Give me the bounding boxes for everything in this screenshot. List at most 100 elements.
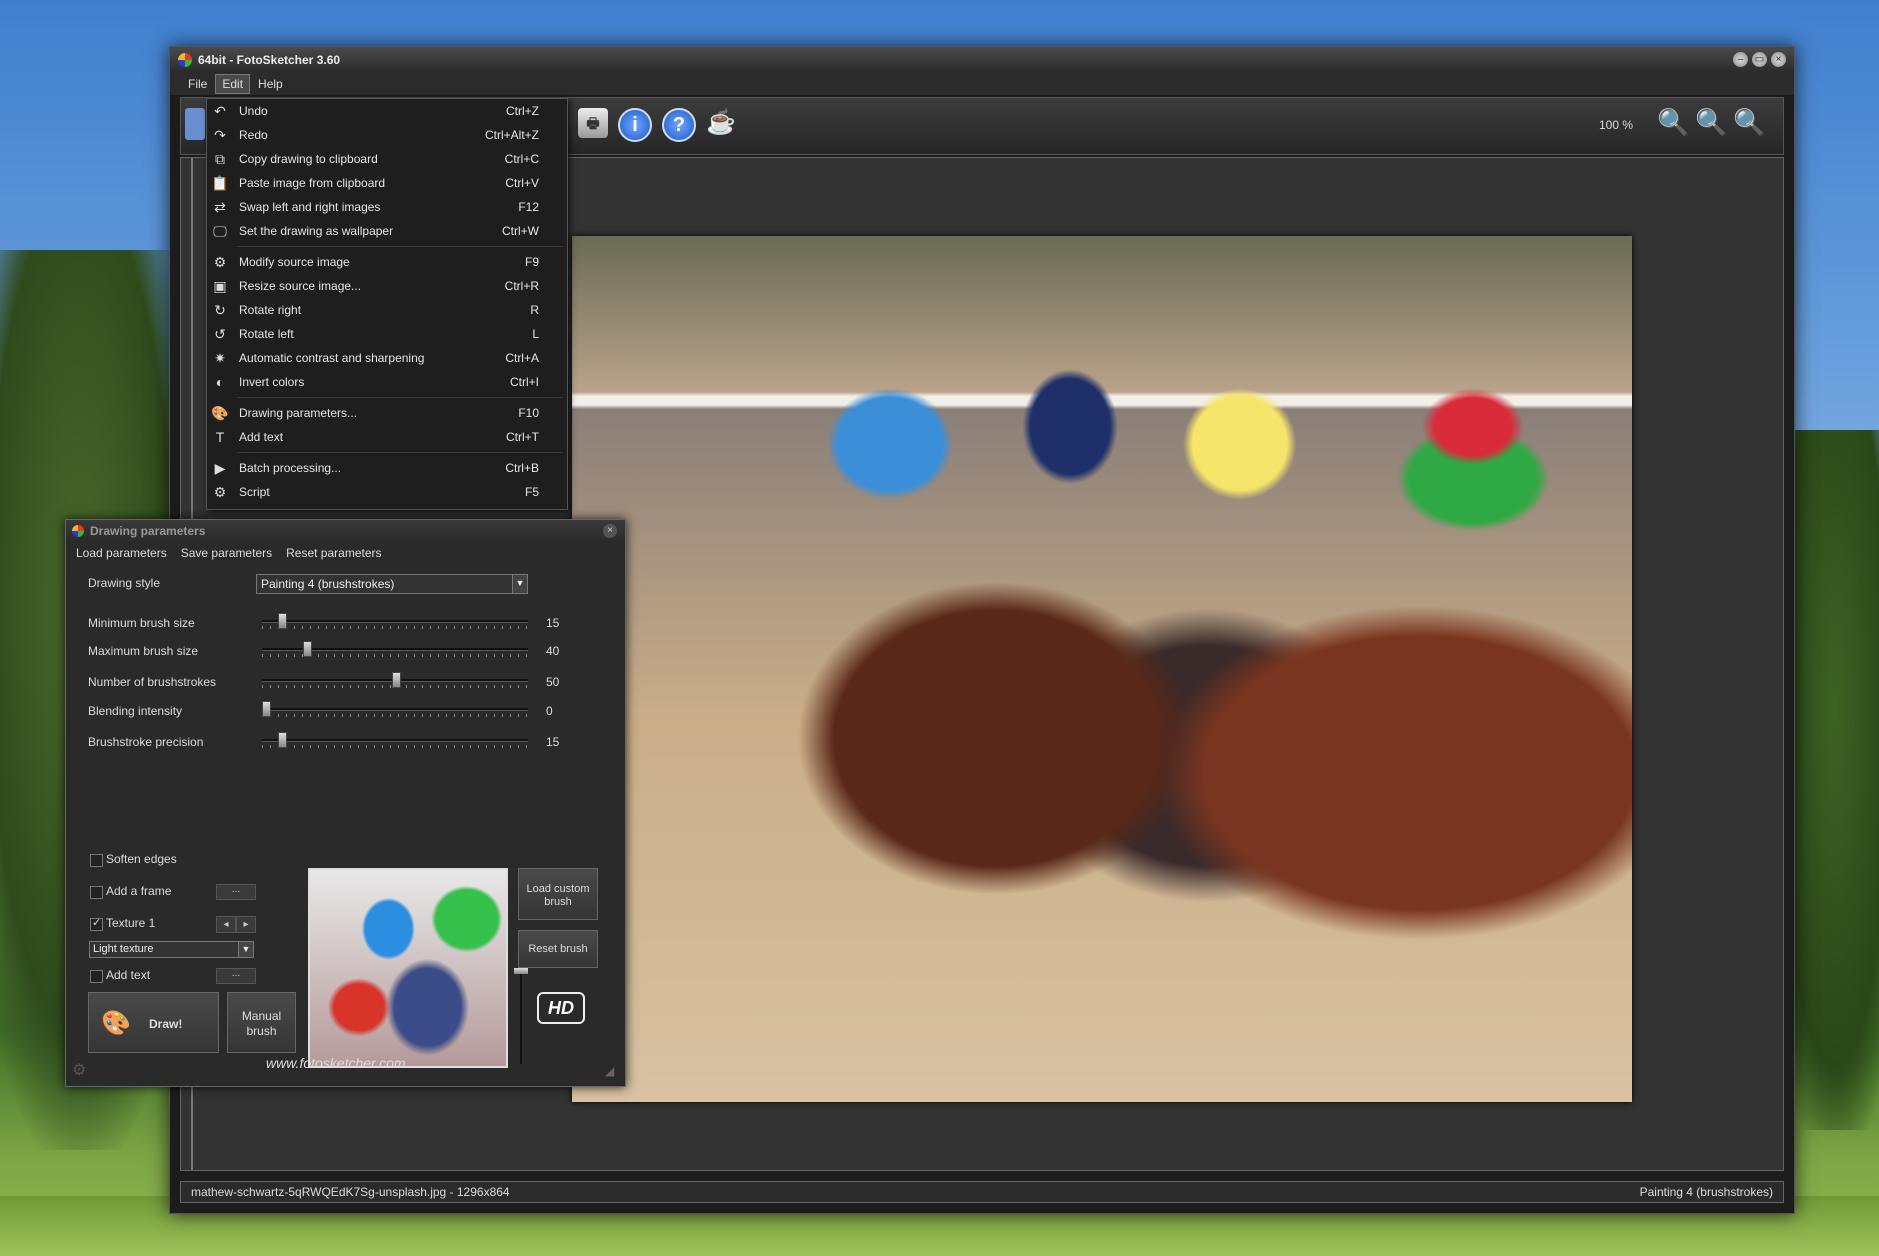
minimum-brush-size-slider[interactable]	[262, 612, 528, 632]
menu-item-label: Invert colors	[239, 375, 305, 389]
slider-thumb[interactable]	[278, 613, 287, 629]
draw-button[interactable]: 🎨 Draw!	[88, 992, 219, 1053]
painted-image	[572, 236, 1632, 1102]
soften-edges-checkbox[interactable]	[90, 854, 103, 867]
menu-item-label: Batch processing...	[239, 461, 342, 475]
menu-item-resize-source-image[interactable]: ▣ Resize source image... Ctrl+R	[207, 274, 567, 298]
menu-item-automatic-contrast-and-sharpening[interactable]: ✷ Automatic contrast and sharpening Ctrl+A	[207, 346, 567, 370]
open-file-icon[interactable]	[185, 108, 205, 140]
texture-next-icon[interactable]: ▸	[236, 916, 256, 933]
number-of-brushstrokes-value: 50	[546, 675, 560, 689]
maximum-brush-size-value: 40	[546, 644, 560, 658]
brushstroke-precision-slider[interactable]	[262, 731, 528, 751]
slider-thumb[interactable]	[392, 672, 401, 688]
soften-edges-label: Soften edges	[106, 852, 177, 866]
menu-item-set-the-drawing-as-wallpaper[interactable]: 🖵 Set the drawing as wallpaper Ctrl+W	[207, 219, 567, 243]
menu-item-icon: ▶	[214, 459, 226, 476]
menu-item-add-text[interactable]: T Add text Ctrl+T	[207, 425, 567, 449]
status-bar: mathew-schwartz-5qRWQEdK7Sg-unsplash.jpg…	[180, 1181, 1784, 1203]
zoom-out-icon[interactable]: 🔍	[1695, 104, 1727, 144]
info-icon[interactable]: i	[618, 108, 652, 142]
panel-title-bar[interactable]: Drawing parameters ×	[66, 520, 625, 542]
title-bar[interactable]: 64bit - FotoSketcher 3.60 – ▭ ×	[170, 47, 1794, 73]
texture-prev-icon[interactable]: ◂	[216, 916, 236, 933]
menu-file[interactable]: File	[182, 75, 213, 93]
close-button[interactable]: ×	[1771, 52, 1786, 67]
menu-item-icon: ◐	[215, 374, 225, 390]
preview-zoom-slider[interactable]	[514, 968, 528, 1064]
drawing-style-value: Painting 4 (brushstrokes)	[261, 577, 395, 591]
menu-item-modify-source-image[interactable]: ⚙ Modify source image F9	[207, 250, 567, 274]
drawing-style-select[interactable]: Painting 4 (brushstrokes) ▼	[256, 574, 528, 594]
menu-separator	[237, 452, 563, 453]
hd-badge[interactable]: HD	[537, 992, 585, 1024]
slider-thumb[interactable]	[278, 732, 287, 748]
minimize-button[interactable]: –	[1733, 52, 1748, 67]
frame-options-button[interactable]: ...	[216, 884, 256, 900]
menu-item-swap-left-and-right-images[interactable]: ⇄ Swap left and right images F12	[207, 195, 567, 219]
menu-item-label: Rotate right	[239, 303, 302, 317]
slider-thumb[interactable]	[303, 641, 312, 657]
menu-item-icon: ▣	[213, 277, 227, 294]
menu-item-shortcut: Ctrl+W	[502, 224, 539, 238]
menu-separator	[237, 246, 563, 247]
blending-intensity-slider[interactable]	[262, 700, 528, 720]
menu-help[interactable]: Help	[252, 75, 289, 93]
reset-parameters-menu[interactable]: Reset parameters	[286, 546, 381, 560]
help-icon[interactable]: ?	[662, 108, 696, 142]
zoom-in-icon[interactable]: 🔍	[1657, 104, 1689, 144]
menu-item-shortcut: L	[532, 327, 539, 341]
text-options-button[interactable]: ...	[216, 968, 256, 984]
add-text-checkbox[interactable]	[90, 970, 103, 983]
menu-item-shortcut: Ctrl+V	[505, 176, 539, 190]
palette-icon: 🎨	[101, 1010, 131, 1037]
manual-brush-button[interactable]: Manual brush	[227, 992, 296, 1053]
maximum-brush-size-slider[interactable]	[262, 640, 528, 660]
preview-zoom-thumb[interactable]	[514, 968, 528, 974]
menu-item-undo[interactable]: ↶ Undo Ctrl+Z	[207, 99, 567, 123]
zoom-fit-icon[interactable]: 🔍	[1733, 104, 1765, 144]
slider-thumb[interactable]	[262, 701, 271, 717]
menu-item-label: Automatic contrast and sharpening	[239, 351, 425, 365]
menu-item-rotate-right[interactable]: ↻ Rotate right R	[207, 298, 567, 322]
resize-grip-icon[interactable]: ◢	[605, 1064, 619, 1078]
save-parameters-menu[interactable]: Save parameters	[181, 546, 272, 560]
menu-item-shortcut: F12	[518, 200, 539, 214]
menu-item-shortcut: Ctrl+C	[504, 152, 539, 166]
maximize-button[interactable]: ▭	[1752, 52, 1767, 67]
number-of-brushstrokes-slider[interactable]	[262, 671, 528, 691]
menu-item-label: Paste image from clipboard	[239, 176, 386, 190]
menu-item-rotate-left[interactable]: ↺ Rotate left L	[207, 322, 567, 346]
minimum-brush-size-label: Minimum brush size	[88, 616, 195, 630]
website-link[interactable]: www.fotosketcher.com	[266, 1055, 406, 1071]
texture-select[interactable]: Light texture ▼	[89, 941, 254, 958]
draw-button-label: Draw!	[149, 1017, 183, 1031]
load-custom-brush-button[interactable]: Load custom brush	[518, 868, 598, 920]
menu-item-paste-image-from-clipboard[interactable]: 📋 Paste image from clipboard Ctrl+V	[207, 171, 567, 195]
texture-checkbox[interactable]	[90, 916, 103, 931]
maximum-brush-size-label: Maximum brush size	[88, 644, 199, 658]
menu-item-batch-processing[interactable]: ▶ Batch processing... Ctrl+B	[207, 456, 567, 480]
coffee-icon[interactable]: ☕	[706, 108, 736, 138]
chevron-down-icon: ▼	[238, 942, 253, 957]
menu-item-invert-colors[interactable]: ◐ Invert colors Ctrl+I	[207, 370, 567, 394]
menu-item-copy-drawing-to-clipboard[interactable]: ⧉ Copy drawing to clipboard Ctrl+C	[207, 147, 567, 171]
window-title: 64bit - FotoSketcher 3.60	[198, 53, 341, 67]
edit-menu-dropdown: ↶ Undo Ctrl+Z ↷ Redo Ctrl+Alt+Z ⧉ Copy drawing …	[206, 98, 568, 510]
menu-item-label: Add text	[239, 430, 284, 444]
panel-close-icon[interactable]: ×	[603, 524, 617, 538]
load-parameters-menu[interactable]: Load parameters	[76, 546, 167, 560]
menu-item-icon: ⚙	[213, 483, 227, 500]
add-frame-checkbox[interactable]	[90, 886, 103, 899]
menu-edit[interactable]: Edit	[215, 74, 251, 94]
texture-select-value: Light texture	[93, 943, 154, 955]
menu-item-shortcut: Ctrl+B	[505, 461, 539, 475]
panel-logo-icon	[72, 525, 84, 537]
menu-item-script[interactable]: ⚙ Script F5	[207, 480, 567, 504]
menu-item-redo[interactable]: ↷ Redo Ctrl+Alt+Z	[207, 123, 567, 147]
menu-item-shortcut: Ctrl+Z	[506, 104, 539, 118]
menu-item-label: Drawing parameters...	[239, 406, 358, 420]
reset-brush-button[interactable]: Reset brush	[518, 930, 598, 968]
menu-item-drawing-parameters[interactable]: 🎨 Drawing parameters... F10	[207, 401, 567, 425]
print-icon[interactable]: 🖶	[578, 108, 608, 138]
